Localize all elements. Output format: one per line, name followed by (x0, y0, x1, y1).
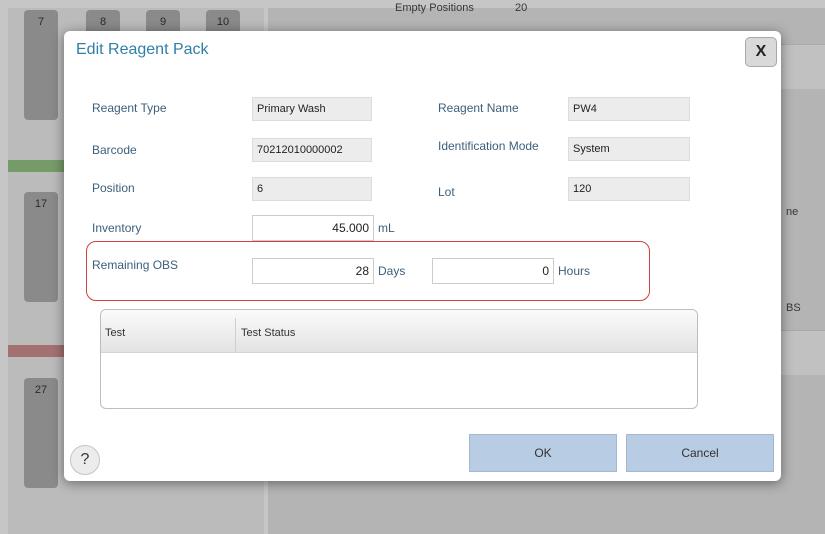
inventory-label: Inventory (92, 221, 142, 235)
reagent-type-label: Reagent Type (92, 101, 167, 115)
edit-reagent-pack-dialog: Edit Reagent Pack X Reagent Type Primary… (64, 31, 781, 481)
hours-unit: Hours (558, 264, 591, 278)
dialog-title: Edit Reagent Pack (76, 41, 209, 58)
lot-value: 120 (568, 177, 690, 201)
identification-mode-value: System (568, 137, 690, 161)
remaining-days-input[interactable]: 28 (252, 258, 374, 284)
position-value: 6 (252, 177, 372, 201)
ok-button[interactable]: OK (469, 434, 617, 472)
identification-mode-label: Identification Mode (438, 139, 539, 153)
barcode-value: 70212010000002 (252, 138, 372, 162)
inventory-unit: mL (378, 221, 395, 235)
reagent-name-label: Reagent Name (438, 101, 519, 115)
inventory-input[interactable]: 45.000 (252, 215, 374, 241)
cancel-button[interactable]: Cancel (626, 434, 774, 472)
column-header-test-status[interactable]: Test Status (241, 327, 295, 339)
position-label: Position (92, 181, 135, 195)
table-header: Test Test Status (101, 310, 697, 353)
help-button[interactable]: ? (70, 445, 100, 475)
column-header-test[interactable]: Test (105, 327, 125, 339)
question-mark-icon: ? (80, 451, 90, 468)
remaining-obs-label: Remaining OBS (92, 258, 179, 272)
barcode-label: Barcode (92, 143, 137, 157)
days-unit: Days (378, 264, 406, 278)
reagent-name-value: PW4 (568, 97, 690, 121)
column-divider (235, 318, 236, 352)
close-button[interactable]: X (745, 37, 777, 67)
remaining-hours-input[interactable]: 0 (432, 258, 554, 284)
test-status-table: Test Test Status (100, 309, 698, 409)
reagent-type-value: Primary Wash (252, 97, 372, 121)
table-body (101, 353, 697, 407)
lot-label: Lot (438, 185, 455, 199)
